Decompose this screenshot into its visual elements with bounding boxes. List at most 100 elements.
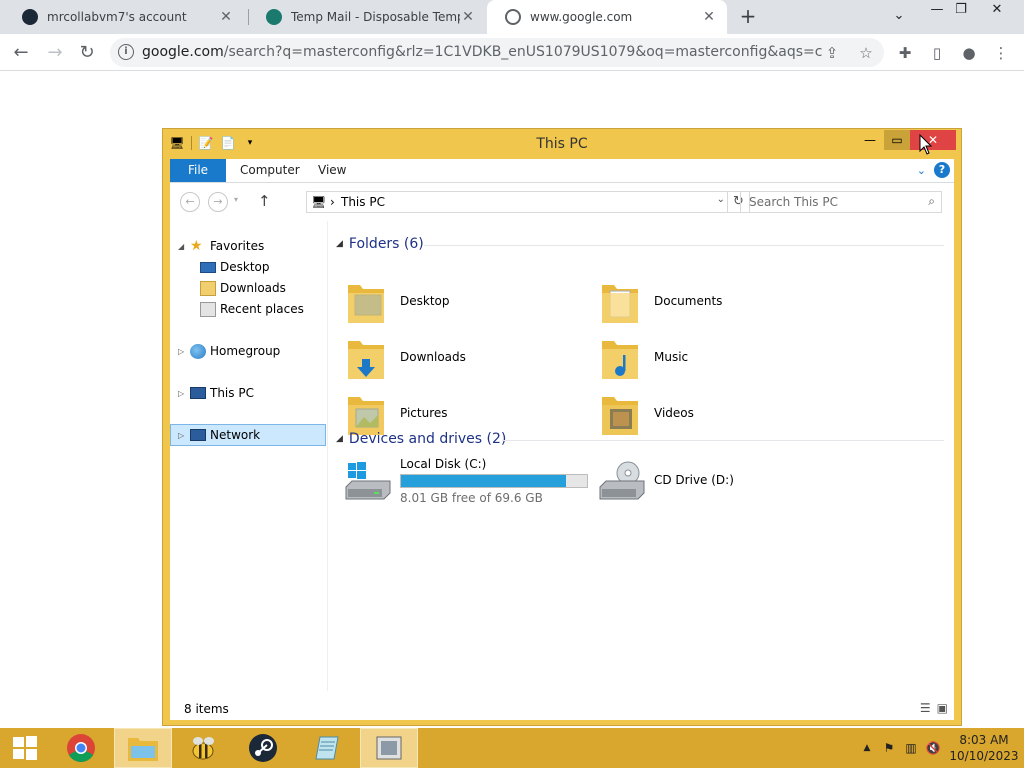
tab-file[interactable]: File <box>170 159 226 182</box>
url-text[interactable]: google.com/search?q=masterconfig&rlz=1C1… <box>142 44 822 60</box>
tab-search-chevron-icon[interactable]: ⌄ <box>884 8 914 23</box>
recent-locations-chevron-icon[interactable]: ▾ <box>234 195 238 204</box>
nav-homegroup[interactable]: ▷ Homegroup <box>170 341 328 362</box>
folder-desktop[interactable]: Desktop <box>336 277 586 329</box>
share-icon[interactable]: ⇪ <box>822 43 842 63</box>
action-center-flag-icon[interactable]: ⚑ <box>878 741 900 755</box>
tab-temp-mail[interactable]: Temp Mail - Disposable Temporar ✕ <box>248 0 486 34</box>
nav-recent-places[interactable]: Recent places <box>170 299 328 320</box>
explorer-close-button[interactable]: ✕ <box>910 130 956 150</box>
breadcrumb-this-pc[interactable]: This PC <box>341 195 385 209</box>
ribbon-tabs: File Computer View ⌄ ? <box>170 159 954 183</box>
folder-label: Documents <box>654 294 723 308</box>
taskbar-bee-app[interactable] <box>174 728 232 768</box>
url-host: google.com <box>142 44 224 60</box>
up-arrow-icon[interactable]: ↑ <box>258 192 271 210</box>
network-status-icon[interactable]: ▥ <box>900 741 922 755</box>
collapse-triangle-icon[interactable]: ◢ <box>336 434 343 444</box>
large-icons-view-icon[interactable]: ▣ <box>937 701 948 715</box>
nav-favorites[interactable]: ◢ ★ Favorites <box>170 236 328 257</box>
address-dropdown-chevron-icon[interactable]: ⌄ <box>717 194 725 205</box>
item-count: 8 items <box>184 702 229 716</box>
drive-local-disk-c[interactable]: Local Disk (C:) 8.01 GB free of 69.6 GB <box>336 457 596 509</box>
menu-kebab-icon[interactable]: ⋮ <box>990 42 1012 64</box>
expanded-triangle-icon[interactable]: ◢ <box>178 236 184 257</box>
desktop-icon <box>200 262 216 273</box>
address-bar[interactable]: i google.com/search?q=masterconfig&rlz=1… <box>110 38 884 67</box>
drive-name: Local Disk (C:) <box>400 457 487 471</box>
collapse-triangle-icon[interactable]: ◢ <box>336 239 343 249</box>
start-button[interactable] <box>0 728 50 768</box>
nav-this-pc[interactable]: ▷ This PC <box>170 383 328 404</box>
expand-ribbon-chevron-icon[interactable]: ⌄ <box>917 164 926 177</box>
nav-desktop[interactable]: Desktop <box>170 257 328 278</box>
folder-label: Pictures <box>400 406 448 420</box>
reload-button[interactable]: ↻ <box>74 40 100 66</box>
music-folder-icon <box>602 341 638 379</box>
close-icon[interactable]: ✕ <box>460 9 476 25</box>
notepad-icon <box>315 736 339 760</box>
tab-computer[interactable]: Computer <box>226 159 314 182</box>
group-header-devices[interactable]: ◢ Devices and drives (2) <box>336 431 506 447</box>
side-panel-icon[interactable]: ▯ <box>926 42 948 64</box>
browser-toolbar: ← → ↻ i google.com/search?q=masterconfig… <box>0 34 1024 71</box>
volume-muted-icon[interactable]: 🔇 <box>922 741 944 755</box>
close-icon[interactable]: ✕ <box>218 9 234 25</box>
drive-cd-d[interactable]: CD Drive (D:) <box>590 457 790 509</box>
this-pc-icon: 🖥 › <box>311 195 335 209</box>
profile-avatar-icon[interactable]: ● <box>958 42 980 64</box>
tab-steam-account[interactable]: mrcollabvm7's account ✕ <box>4 0 244 34</box>
close-icon[interactable]: ✕ <box>701 9 717 25</box>
explorer-maximize-button[interactable]: ▭ <box>884 130 910 150</box>
folder-downloads[interactable]: Downloads <box>336 333 586 385</box>
mouse-cursor-icon <box>919 134 933 155</box>
details-view-icon[interactable]: ☰ <box>920 701 931 715</box>
folder-music[interactable]: Music <box>590 333 840 385</box>
taskbar-chrome[interactable] <box>52 728 110 768</box>
site-info-icon[interactable]: i <box>118 44 134 60</box>
show-hidden-icons-chevron-icon[interactable]: ▲ <box>856 743 878 753</box>
explorer-title-bar[interactable]: 🖥 📝 📄 ▾ This PC — ▭ ✕ <box>163 129 961 159</box>
nav-downloads[interactable]: Downloads <box>170 278 328 299</box>
taskbar-file-explorer[interactable] <box>114 728 172 768</box>
globe-icon <box>505 9 521 25</box>
tab-view[interactable]: View <box>304 159 360 182</box>
collapsed-triangle-icon[interactable]: ▷ <box>178 425 184 446</box>
explorer-minimize-button[interactable]: — <box>857 130 883 150</box>
disk-usage-bar <box>400 474 588 488</box>
url-path: /search?q=masterconfig&rlz=1C1VDKB_enUS1… <box>223 44 822 60</box>
collapsed-triangle-icon[interactable]: ▷ <box>178 341 184 362</box>
nav-label: Desktop <box>220 260 270 274</box>
bookmark-star-icon[interactable]: ☆ <box>856 43 876 63</box>
group-header-folders[interactable]: ◢ Folders (6) <box>336 236 424 252</box>
system-clock[interactable]: 8:03 AM 10/10/2023 <box>944 732 1024 764</box>
windows-taskbar: ▲ ⚑ ▥ 🔇 8:03 AM 10/10/2023 <box>0 728 1024 768</box>
folder-documents[interactable]: Documents <box>590 277 840 329</box>
taskbar-steam[interactable] <box>234 728 292 768</box>
search-placeholder: Search This PC <box>749 195 838 209</box>
file-explorer-window: 🖥 📝 📄 ▾ This PC — ▭ ✕ File Computer View… <box>162 128 962 726</box>
new-tab-button[interactable]: + <box>738 6 758 28</box>
file-explorer-icon <box>128 738 158 761</box>
back-arrow-icon[interactable]: ← <box>180 192 200 212</box>
restore-button[interactable]: ❐ <box>946 2 976 17</box>
taskbar-notepad[interactable] <box>298 728 356 768</box>
taskbar-app-window[interactable] <box>360 728 418 768</box>
forward-button[interactable]: → <box>42 40 68 66</box>
help-icon[interactable]: ? <box>934 162 950 178</box>
nav-label: Homegroup <box>210 344 281 358</box>
back-button[interactable]: ← <box>8 40 34 66</box>
steam-icon <box>22 9 38 25</box>
search-this-pc-input[interactable]: Search This PC ⌕ <box>740 191 942 213</box>
desktop-folder-icon <box>348 285 384 323</box>
extensions-puzzle-icon[interactable]: ✚ <box>894 42 916 64</box>
folder-videos[interactable]: Videos <box>590 389 840 441</box>
nav-network[interactable]: ▷ Network <box>170 424 326 446</box>
location-box[interactable]: 🖥 › This PC ⌄ <box>306 191 728 213</box>
collapsed-triangle-icon[interactable]: ▷ <box>178 383 184 404</box>
group-divider <box>502 440 944 441</box>
tab-google[interactable]: www.google.com ✕ <box>487 0 727 34</box>
forward-arrow-icon[interactable]: → <box>208 192 228 212</box>
close-window-button[interactable]: ✕ <box>982 2 1012 17</box>
search-icon[interactable]: ⌕ <box>928 194 935 209</box>
